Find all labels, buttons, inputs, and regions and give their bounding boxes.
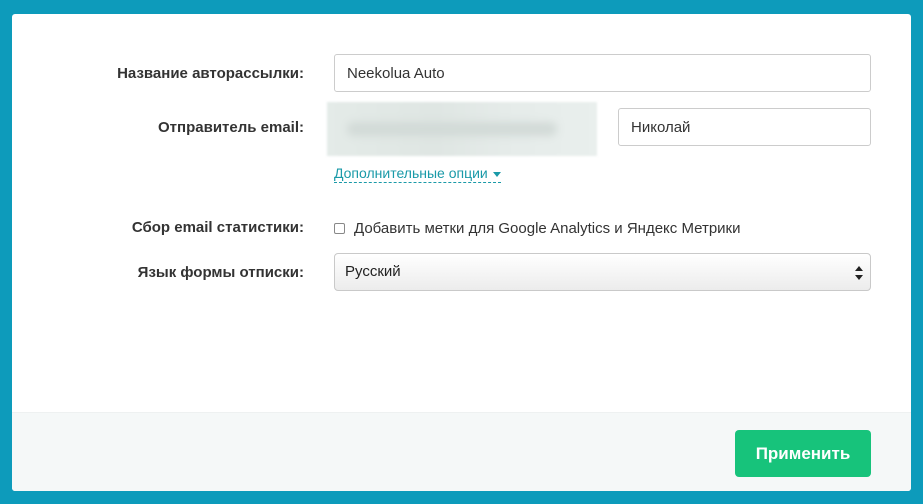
extra-options-label: Дополнительные опции (334, 165, 488, 181)
apply-button[interactable]: Применить (735, 430, 871, 477)
redacted-text (347, 122, 557, 136)
sender-email-label: Отправитель email: (158, 119, 304, 136)
select-arrows-icon (855, 266, 863, 280)
sender-name-input[interactable] (618, 108, 871, 146)
unsubscribe-language-value: Русский (345, 263, 401, 280)
campaign-name-input[interactable] (334, 54, 871, 92)
unsubscribe-language-label: Язык формы отписки: (137, 264, 304, 281)
settings-panel: Название авторассылки: Отправитель email… (12, 14, 911, 491)
analytics-checkbox-label: Добавить метки для Google Analytics и Ян… (354, 220, 741, 237)
caret-down-icon (492, 171, 501, 177)
campaign-name-label: Название авторассылки: (117, 65, 304, 82)
unsubscribe-language-select[interactable]: Русский (334, 253, 871, 291)
analytics-checkbox[interactable] (334, 223, 345, 234)
email-stats-label: Сбор email статистики: (131, 219, 304, 236)
analytics-checkbox-row[interactable]: Добавить метки для Google Analytics и Ян… (334, 220, 740, 237)
panel-footer: Применить (12, 412, 911, 491)
extra-options-link[interactable]: Дополнительные опции (334, 165, 501, 183)
sender-email-redacted[interactable] (327, 102, 597, 156)
